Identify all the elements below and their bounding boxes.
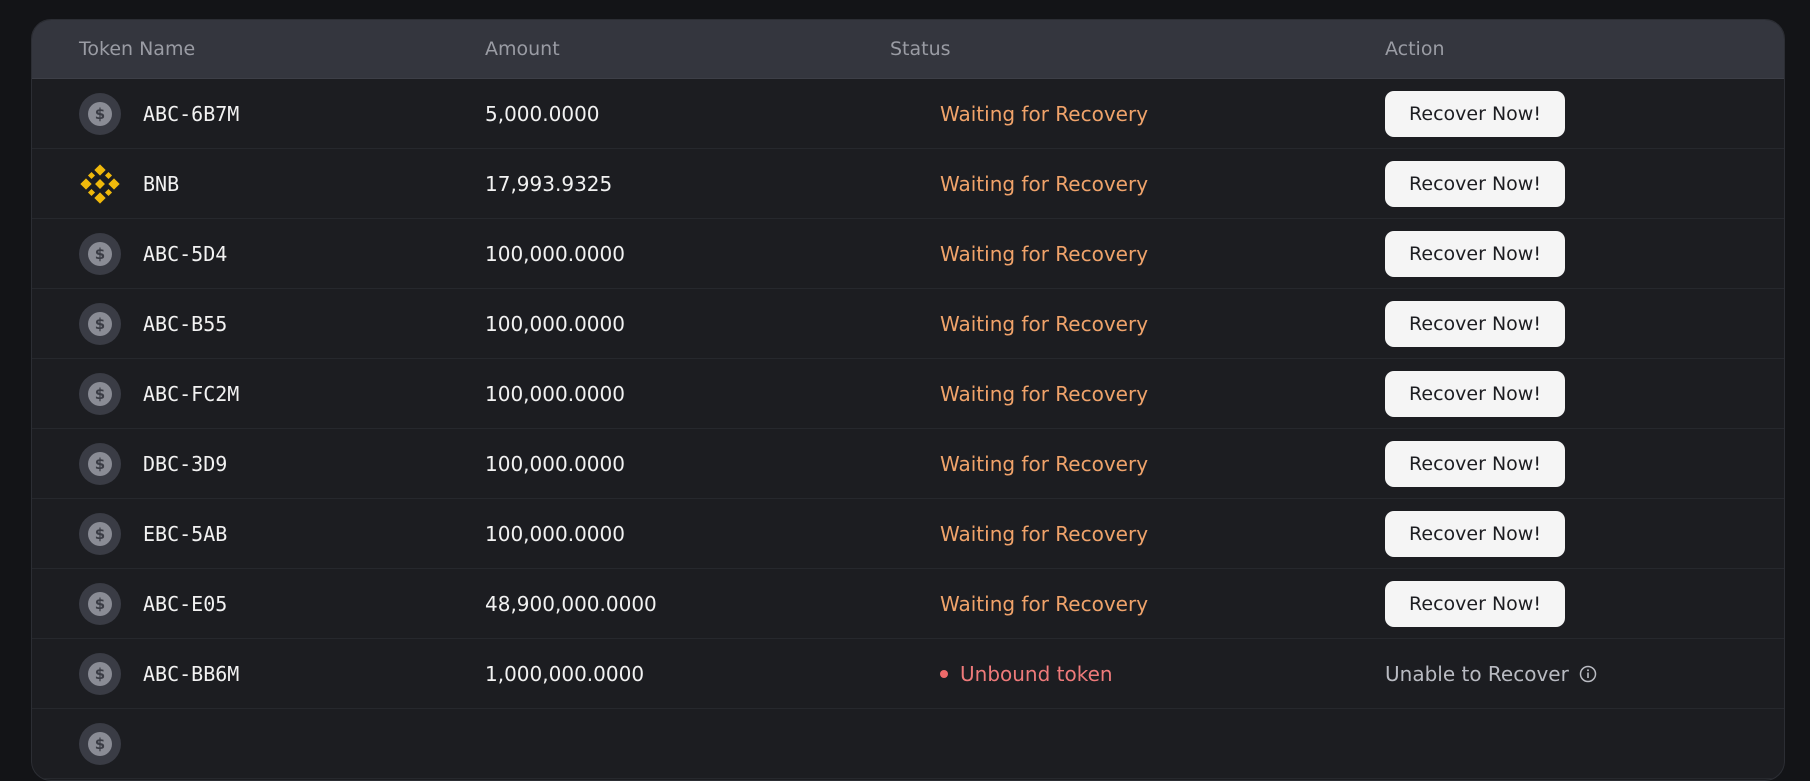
table-row-partial: $ [32,709,1784,779]
table-row: $ ABC-6B7M 5,000.0000 Waiting for Recove… [32,79,1784,149]
token-cell: $ ABC-B55 [79,289,227,358]
dollar-coin-icon: $ [79,512,121,555]
header-action: Action [1385,38,1445,60]
recover-now-button[interactable]: Recover Now! [1385,160,1565,207]
table-row: BNB 17,993.9325 Waiting for Recovery Rec… [32,149,1784,219]
status-badge: Waiting for Recovery [940,521,1149,546]
token-cell: BNB [79,149,179,218]
dollar-coin-icon: $ [79,232,121,275]
token-amount: 5,000.0000 [485,101,600,126]
table-row: $ DBC-3D9 100,000.0000 Waiting for Recov… [32,429,1784,499]
token-name: ABC-BB6M [143,661,240,686]
token-amount: 100,000.0000 [485,451,625,476]
info-icon[interactable] [1579,665,1597,683]
token-name: EBC-5AB [143,521,228,546]
token-name: ABC-E05 [143,591,228,616]
recover-now-button[interactable]: Recover Now! [1385,510,1565,557]
token-name: ABC-6B7M [143,101,240,126]
status-badge: Waiting for Recovery [940,101,1149,126]
dollar-coin-icon: $ [79,652,121,695]
recover-now-button[interactable]: Recover Now! [1385,580,1565,627]
dollar-coin-icon: $ [79,442,121,485]
recover-now-button[interactable]: Recover Now! [1385,370,1565,417]
table-row: $ ABC-E05 48,900,000.0000 Waiting for Re… [32,569,1784,639]
token-amount: 100,000.0000 [485,381,625,406]
table-row: $ ABC-5D4 100,000.0000 Waiting for Recov… [32,219,1784,289]
table-row: $ ABC-FC2M 100,000.0000 Waiting for Reco… [32,359,1784,429]
token-amount: 100,000.0000 [485,241,625,266]
dollar-coin-icon: $ [79,92,121,135]
token-recovery-table: Token Name Amount Status Action $ ABC-6B… [31,19,1785,781]
status-badge: Waiting for Recovery [940,171,1149,196]
token-cell: $ ABC-FC2M [79,359,239,428]
token-amount: 48,900,000.0000 [485,591,657,616]
token-amount: 1,000,000.0000 [485,661,645,686]
dollar-coin-icon: $ [79,372,121,415]
status-dot-icon [940,669,948,678]
table-row: $ ABC-BB6M 1,000,000.0000 Unbound token … [32,639,1784,709]
recover-now-button[interactable]: Recover Now! [1385,230,1565,277]
dollar-coin-icon: $ [79,302,121,345]
token-cell: $ ABC-BB6M [79,639,239,708]
token-cell: $ [79,709,121,778]
token-name: BNB [143,171,180,196]
token-amount: 17,993.9325 [485,171,613,196]
token-cell: $ ABC-6B7M [79,79,239,148]
bnb-icon [80,163,120,204]
token-amount: 100,000.0000 [485,311,625,336]
table-header: Token Name Amount Status Action [32,20,1784,79]
recover-now-button[interactable]: Recover Now! [1385,440,1565,487]
token-name: DBC-3D9 [143,451,228,476]
token-name: ABC-B55 [143,311,228,336]
status-badge: Waiting for Recovery [940,591,1149,616]
token-amount: 100,000.0000 [485,521,625,546]
token-name: ABC-FC2M [143,381,240,406]
status-badge: Waiting for Recovery [940,241,1149,266]
header-status: Status [890,38,951,60]
unable-to-recover-text: Unable to Recover [1385,661,1569,686]
recover-now-button[interactable]: Recover Now! [1385,90,1565,137]
status-badge: Waiting for Recovery [940,451,1149,476]
token-cell: $ EBC-5AB [79,499,227,568]
dollar-coin-icon: $ [79,722,121,765]
token-cell: $ ABC-5D4 [79,219,227,288]
token-cell: $ DBC-3D9 [79,429,227,498]
table-row: $ ABC-B55 100,000.0000 Waiting for Recov… [32,289,1784,359]
status-badge: Waiting for Recovery [940,311,1149,336]
status-badge: Unbound token [940,662,1113,686]
token-name: ABC-5D4 [143,241,228,266]
header-token-name: Token Name [79,38,196,60]
dollar-coin-icon: $ [79,582,121,625]
recover-now-button[interactable]: Recover Now! [1385,300,1565,347]
token-cell: $ ABC-E05 [79,569,227,638]
unable-to-recover: Unable to Recover [1385,662,1597,686]
table-row: $ EBC-5AB 100,000.0000 Waiting for Recov… [32,499,1784,569]
status-text: Unbound token [960,661,1113,686]
status-badge: Waiting for Recovery [940,381,1149,406]
header-amount: Amount [485,38,560,60]
